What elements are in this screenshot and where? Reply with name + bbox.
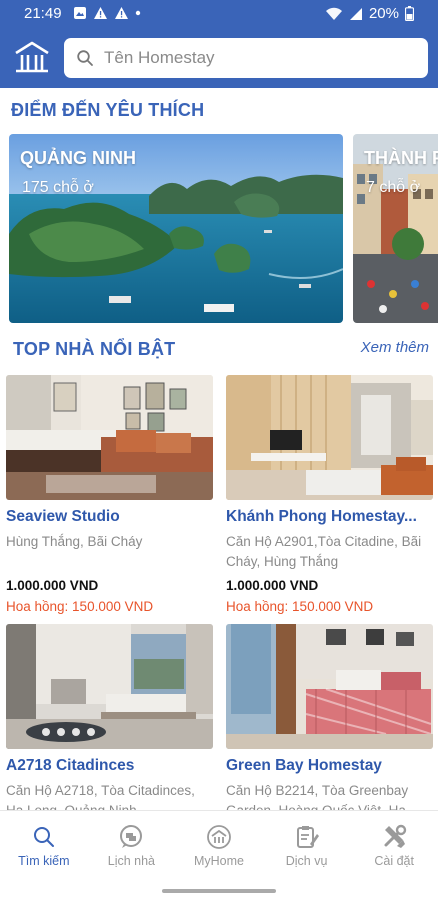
search-icon xyxy=(33,827,54,847)
app-screen: 21:49 20% Tên Homestay ĐIỂM ĐẾN YÊU THÍC… xyxy=(0,0,438,900)
see-more-link[interactable]: Xem thêm xyxy=(361,339,429,356)
home-card[interactable]: Green Bay Homestay Căn Hộ B2214, Tòa Gre… xyxy=(226,624,433,821)
home-commission: Hoa hồng: 150.000 VND xyxy=(226,599,374,614)
destination-name: QUẢNG NINH xyxy=(20,148,136,168)
home-card[interactable]: Khánh Phong Homestay... Căn Hộ A2901,Tòa… xyxy=(226,375,433,614)
tools-icon xyxy=(384,824,407,848)
signal-icon xyxy=(349,7,362,20)
destination-card[interactable]: QUẢNG NINH 175 chỗ ở xyxy=(9,134,343,323)
home-card[interactable]: A2718 Citadinces Căn Hộ A2718, Tòa Citad… xyxy=(6,624,213,821)
home-title: A2718 Citadinces xyxy=(6,757,135,774)
home-icon xyxy=(207,825,231,849)
app-header: 21:49 20% xyxy=(0,0,438,88)
nav-label: MyHome xyxy=(193,854,244,868)
status-bar: 21:49 20% xyxy=(0,0,438,28)
status-time: 21:49 xyxy=(24,5,62,22)
favorites-title: ĐIỂM ĐẾN YÊU THÍCH xyxy=(11,100,205,120)
home-title: Khánh Phong Homestay... xyxy=(226,508,417,525)
warning-icon xyxy=(115,7,128,19)
destination-name: THÀNH PHỐ xyxy=(364,148,438,168)
nav-item-schedule[interactable]: Lịch nhà xyxy=(88,811,176,885)
image-notification-icon xyxy=(74,7,86,19)
bedroom-photo xyxy=(226,624,433,749)
home-title: Seaview Studio xyxy=(6,508,120,525)
apartment-photo xyxy=(6,624,213,749)
nav-item-search[interactable]: Tìm kiếm xyxy=(0,811,88,885)
search-bar[interactable] xyxy=(64,38,428,78)
home-photo xyxy=(6,624,213,749)
bedroom-photo xyxy=(6,375,213,500)
status-right: 20% xyxy=(325,5,414,22)
livingroom-photo xyxy=(226,375,433,500)
home-photo xyxy=(226,375,433,500)
gesture-handle[interactable] xyxy=(162,889,276,893)
nav-item-myhome[interactable]: MyHome xyxy=(175,811,263,885)
search-input[interactable] xyxy=(104,48,404,68)
destination-count: 175 chỗ ở xyxy=(22,179,94,196)
nav-label: Tìm kiếm xyxy=(18,854,70,868)
destination-count: 7 chỗ ở xyxy=(366,179,421,196)
nav-label: Dịch vụ xyxy=(285,854,328,868)
home-title: Green Bay Homestay xyxy=(226,757,382,774)
nav-item-services[interactable]: Dịch vụ xyxy=(263,811,351,885)
gesture-bar-area xyxy=(0,885,438,900)
search-icon xyxy=(77,50,93,66)
dot-icon xyxy=(135,10,141,16)
nav-label: Lịch nhà xyxy=(107,854,156,868)
top-homes-title: TOP NHÀ NỔI BẬT xyxy=(13,339,176,359)
nav-item-settings[interactable]: Cài đặt xyxy=(350,811,438,885)
home-price: 1.000.000 VND xyxy=(6,578,99,593)
home-address: Hùng Thắng, Bãi Cháy xyxy=(6,534,143,549)
battery-percent: 20% xyxy=(368,5,399,22)
chat-icon xyxy=(120,825,143,848)
home-address: Căn Hộ A2901,Tòa Citadine, Bãi Cháy, Hùn… xyxy=(226,534,422,569)
clipboard-icon xyxy=(296,826,319,848)
notification-icons xyxy=(73,6,141,20)
home-price: 1.000.000 VND xyxy=(226,578,319,593)
warning-icon xyxy=(94,7,107,19)
home-card[interactable]: Seaview Studio Hùng Thắng, Bãi Cháy 1.00… xyxy=(6,375,213,614)
bottom-navigation: Tìm kiếm Lịch nhà MyHome Dịch vụ Cài đặt xyxy=(0,810,438,885)
battery-icon xyxy=(405,6,414,21)
home-photo xyxy=(6,375,213,500)
home-logo-icon[interactable] xyxy=(14,40,50,74)
nav-label: Cài đặt xyxy=(374,854,414,868)
home-commission: Hoa hồng: 150.000 VND xyxy=(6,599,154,614)
wifi-icon xyxy=(325,7,342,20)
destination-card[interactable]: THÀNH PHỐ 7 chỗ ở xyxy=(353,134,438,323)
home-photo xyxy=(226,624,433,749)
